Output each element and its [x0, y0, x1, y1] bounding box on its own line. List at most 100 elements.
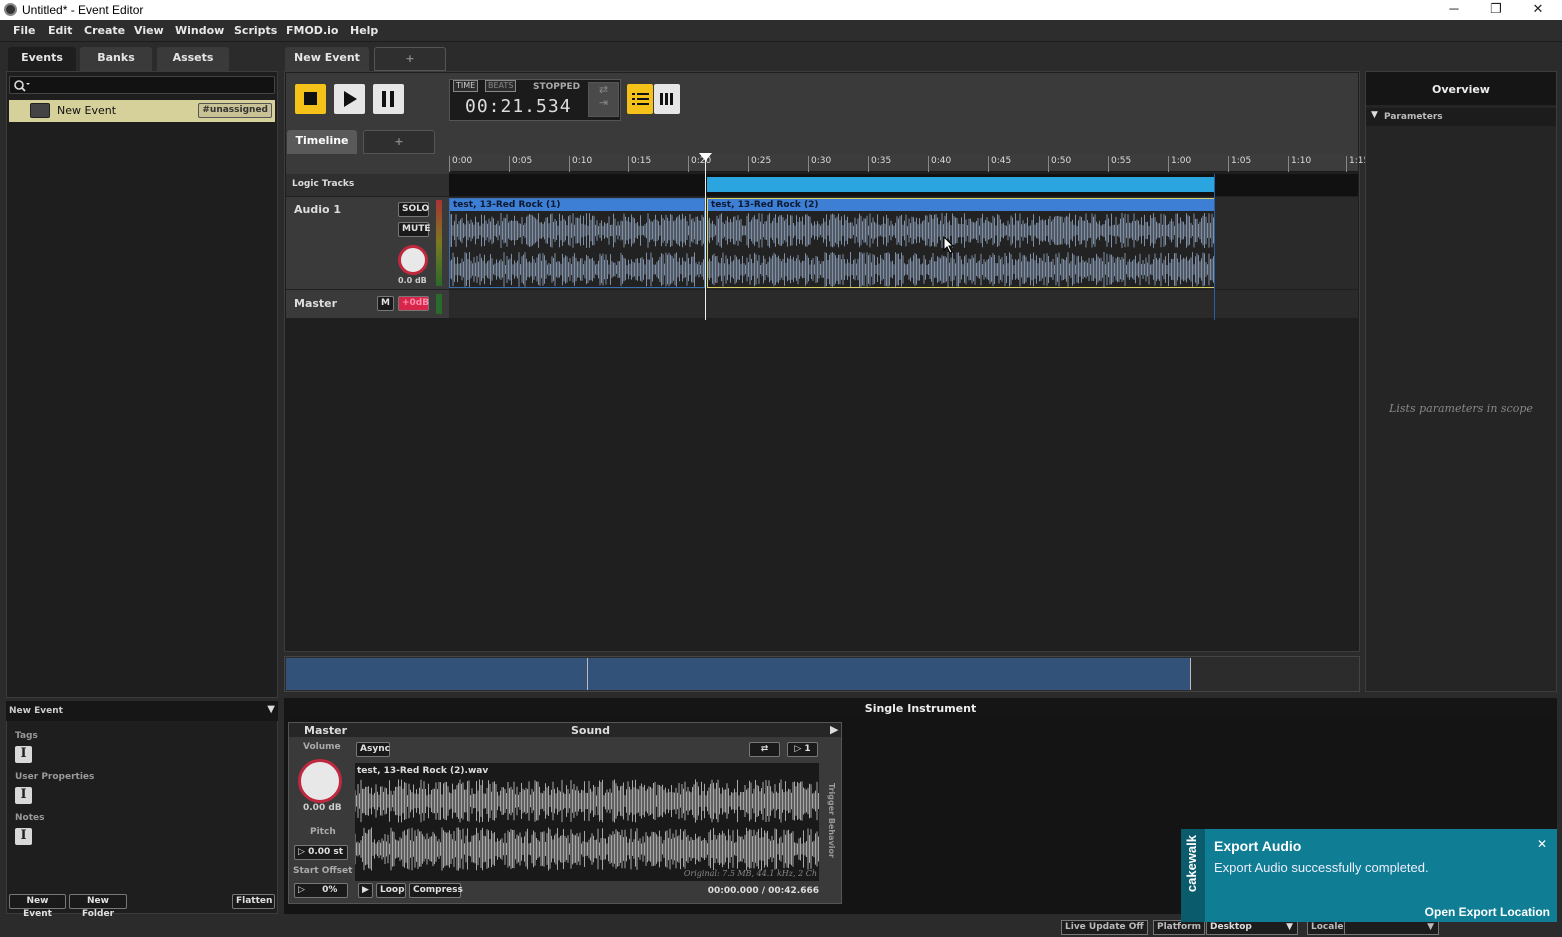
export-notification-toast[interactable]: Export Audio Export Audio successfully c… — [1181, 829, 1557, 922]
event-list-item[interactable]: New Event #unassigned — [9, 100, 275, 122]
collapse-icon[interactable]: ▼ — [267, 704, 275, 715]
menu-edit[interactable]: Edit — [48, 24, 72, 37]
notes-label: Notes — [15, 813, 45, 823]
pitch-input[interactable]: ▷ 0.00 st — [294, 845, 348, 860]
loop-playback-button[interactable]: ⇄ ⇥ — [588, 82, 619, 117]
master-volume-readout[interactable]: +0dB — [398, 296, 429, 311]
window-title: Untitled* - Event Editor — [22, 3, 144, 17]
menu-help[interactable]: Help — [350, 24, 378, 37]
waveform-channel — [355, 827, 819, 871]
pause-button[interactable] — [373, 84, 404, 114]
playhead-marker-icon[interactable] — [699, 153, 712, 162]
tab-assets[interactable]: Assets — [157, 47, 229, 71]
waveform-channel — [708, 213, 1214, 248]
stop-button[interactable] — [295, 84, 326, 114]
overview-panel: Overview ▼ Parameters Lists parameters i… — [1365, 71, 1557, 692]
add-parameter-tab-button[interactable]: + — [363, 130, 435, 154]
live-update-button[interactable]: Live Update Off — [1061, 920, 1148, 935]
play-count-button[interactable]: ▷ 1 — [787, 742, 818, 757]
pitch-label: Pitch — [310, 827, 336, 837]
notes-edit-icon[interactable]: I — [15, 828, 32, 845]
time-mode-toggle[interactable]: TIME — [453, 80, 479, 92]
properties-header: New Event ▼ — [6, 701, 278, 721]
new-folder-button[interactable]: New Folder — [69, 894, 127, 919]
ruler-tick: 0:35 — [868, 156, 891, 172]
pitch-value: 0.00 st — [308, 847, 344, 857]
user-properties-edit-icon[interactable]: I — [15, 787, 32, 804]
sound-original-info: Original: 7.5 MB, 44.1 kHz, 2 Ch — [683, 869, 817, 878]
search-input[interactable] — [9, 76, 275, 94]
event-icon — [30, 103, 50, 118]
instrument-volume-value: 0.00 dB — [303, 803, 342, 813]
toast-close-icon[interactable]: ✕ — [1537, 837, 1547, 851]
menu-window[interactable]: Window — [175, 24, 224, 37]
async-button[interactable]: Async — [356, 742, 390, 757]
close-window-button[interactable]: ✕ — [1516, 0, 1560, 20]
tags-edit-icon[interactable]: I — [15, 746, 32, 763]
clip-waveform — [708, 213, 1214, 287]
instrument-header — [289, 723, 841, 737]
compress-toggle-button[interactable]: Compress — [409, 883, 463, 898]
audio-clip-selected[interactable]: test, 13-Red Rock (2) — [707, 198, 1215, 288]
trigger-behavior-label[interactable]: Trigger Behavior — [827, 783, 836, 858]
parameters-empty-text: Lists parameters in scope — [1389, 402, 1533, 415]
play-count-value: 1 — [804, 744, 811, 754]
sound-waveform — [355, 779, 819, 871]
platform-dropdown[interactable]: Desktop ▼ — [1206, 920, 1298, 935]
deck-title: Single Instrument — [864, 702, 977, 715]
menu-file[interactable]: File — [13, 24, 36, 37]
mixer-view-icon — [660, 93, 673, 105]
overview-visible-range[interactable] — [286, 658, 1191, 690]
chevron-down-icon: ▼ — [1286, 922, 1293, 932]
preview-play-button[interactable]: ▶ — [358, 883, 373, 898]
restore-button[interactable]: ❐ — [1474, 0, 1518, 20]
tracks-empty-area[interactable] — [286, 320, 1358, 650]
ruler-tick: 1:05 — [1228, 156, 1251, 172]
ruler-tick: 0:45 — [988, 156, 1011, 172]
new-event-button[interactable]: New Event — [9, 894, 66, 919]
solo-button[interactable]: SOLO — [398, 202, 429, 217]
locale-dropdown[interactable]: ▼ — [1344, 920, 1439, 935]
menu-create[interactable]: Create — [84, 24, 125, 37]
unassigned-badge: #unassigned — [198, 103, 272, 118]
sound-filename: test, 13-Red Rock (2).wav — [357, 766, 489, 776]
clip-title: test, 13-Red Rock (1) — [450, 199, 704, 211]
tab-events[interactable]: Events — [8, 47, 76, 71]
deck-view-toggle[interactable] — [627, 84, 653, 114]
start-offset-input[interactable]: ▷ 0% — [294, 883, 348, 898]
loop-instrument-button[interactable]: ⇄ — [749, 742, 780, 757]
audio-clip[interactable]: test, 13-Red Rock (1) — [449, 198, 705, 288]
tab-new-event[interactable]: New Event — [285, 47, 369, 71]
master-track-name: Master — [294, 297, 338, 310]
parameters-section-header[interactable]: ▼ Parameters — [1366, 108, 1556, 126]
master-mute-button[interactable]: M — [377, 296, 394, 311]
menu-fmod-io[interactable]: FMOD.io — [286, 24, 338, 37]
playhead[interactable] — [705, 154, 706, 320]
ruler-tick: 0:30 — [808, 156, 831, 172]
instrument-expand-icon[interactable]: ▶ — [830, 723, 838, 736]
add-event-tab-button[interactable]: + — [374, 47, 446, 71]
sound-waveform-display[interactable]: test, 13-Red Rock (2).wav Original: 7.5 … — [355, 763, 819, 881]
tab-banks[interactable]: Banks — [80, 47, 152, 71]
menu-view[interactable]: View — [134, 24, 164, 37]
sound-position-readout: 00:00.000 / 00:42.666 — [707, 886, 819, 896]
overview-loop-end — [1190, 658, 1191, 690]
beats-mode-toggle[interactable]: BEATS — [485, 80, 517, 92]
loop-region[interactable] — [707, 177, 1215, 192]
loop-toggle-button[interactable]: Loop — [376, 883, 406, 898]
flatten-button[interactable]: Flatten — [232, 894, 275, 909]
track-volume-knob[interactable] — [398, 245, 428, 275]
mute-button[interactable]: MUTE — [398, 222, 431, 237]
ruler-tick: 0:50 — [1048, 156, 1071, 172]
open-export-location-link[interactable]: Open Export Location — [1425, 905, 1550, 919]
minimize-button[interactable]: ─ — [1432, 0, 1476, 20]
track-level-meter — [436, 200, 442, 286]
search-icon — [14, 80, 30, 92]
play-button[interactable] — [334, 84, 365, 114]
waveform-channel — [450, 252, 704, 287]
menu-scripts[interactable]: Scripts — [234, 24, 277, 37]
timeline-ruler[interactable]: 0:00 0:05 0:10 0:15 0:20 0:25 0:30 0:35 … — [449, 154, 1369, 172]
instrument-volume-knob[interactable] — [298, 759, 342, 803]
tab-timeline[interactable]: Timeline — [287, 130, 357, 154]
mixer-view-toggle[interactable] — [654, 84, 680, 114]
